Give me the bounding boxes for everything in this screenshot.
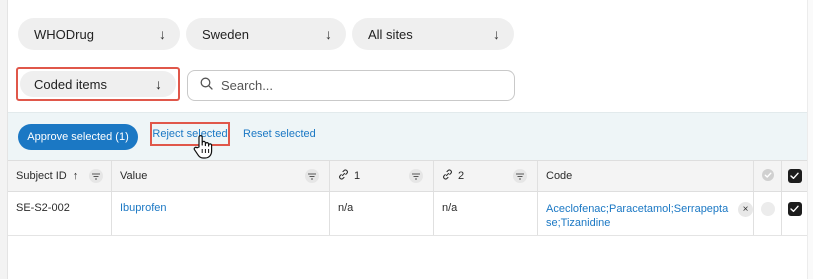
- link-2-label: 2: [458, 170, 465, 182]
- status-select-highlight: Coded items ↓: [16, 67, 180, 101]
- country-select[interactable]: Sweden ↓: [186, 18, 346, 50]
- column-header-subject-id[interactable]: Subject ID ↑: [8, 161, 112, 191]
- row-checkbox[interactable]: [787, 202, 802, 216]
- chevron-down-icon: ↓: [159, 26, 166, 42]
- value-cell: Ibuprofen: [112, 192, 330, 235]
- sort-up-icon[interactable]: ↑: [73, 170, 79, 182]
- search-icon: [200, 77, 213, 95]
- code-label: Code: [546, 170, 573, 182]
- filter-icon[interactable]: [305, 169, 319, 183]
- chevron-down-icon: ↓: [493, 26, 500, 42]
- status-indicator: [760, 202, 775, 216]
- column-header-link-2[interactable]: 2: [434, 161, 538, 191]
- left-panel-edge: [0, 0, 8, 279]
- remove-code-button[interactable]: ×: [738, 202, 753, 217]
- link-icon: [338, 169, 349, 183]
- filter-icon[interactable]: [513, 169, 527, 183]
- value-label: Value: [120, 170, 148, 182]
- column-header-value[interactable]: Value: [112, 161, 330, 191]
- approve-selected-button[interactable]: Approve selected (1): [18, 124, 138, 150]
- subject-id-cell: SE-S2-002: [8, 192, 112, 235]
- link-icon: [442, 169, 453, 183]
- column-header-status: [754, 161, 782, 191]
- select-cell: [782, 192, 807, 235]
- link-1-cell: n/a: [330, 192, 434, 235]
- dictionary-select-label: WHODrug: [34, 26, 94, 42]
- column-header-code[interactable]: Code: [538, 161, 754, 191]
- status-select[interactable]: Coded items ↓: [20, 71, 176, 97]
- column-header-link-1[interactable]: 1: [330, 161, 434, 191]
- select-all-checkbox[interactable]: [787, 169, 802, 183]
- site-select-label: All sites: [368, 26, 413, 42]
- value-link[interactable]: Ibuprofen: [120, 202, 166, 214]
- reset-selected-button[interactable]: Reset selected: [243, 128, 316, 140]
- code-line-1: Aceclofenac;Paracetamol;Serrapepta: [546, 203, 729, 215]
- code-link[interactable]: Aceclofenac;Paracetamol;Serrapepta se;Ti…: [546, 202, 729, 230]
- search-input[interactable]: [221, 78, 501, 93]
- filter-icon[interactable]: [409, 169, 423, 183]
- code-line-2: se;Tizanidine: [546, 217, 611, 229]
- status-select-label: Coded items: [34, 76, 107, 92]
- chevron-down-icon: ↓: [325, 26, 332, 42]
- site-select[interactable]: All sites ↓: [352, 18, 514, 50]
- filter-icon[interactable]: [89, 169, 103, 183]
- link-2-cell: n/a: [434, 192, 538, 235]
- country-select-label: Sweden: [202, 26, 249, 42]
- search-box[interactable]: [187, 70, 515, 101]
- approved-badge-icon: [761, 168, 775, 185]
- reject-selected-button[interactable]: Reject selected: [152, 128, 227, 140]
- status-cell: [754, 192, 782, 235]
- right-scroll-edge: [807, 0, 813, 279]
- reject-selected-highlight: Reject selected: [150, 122, 230, 146]
- subject-id-label: Subject ID: [16, 170, 67, 182]
- chevron-down-icon: ↓: [155, 76, 162, 92]
- code-cell: Aceclofenac;Paracetamol;Serrapepta se;Ti…: [538, 192, 754, 235]
- table-row[interactable]: SE-S2-002 Ibuprofen n/a n/a Aceclofenac;…: [8, 192, 807, 236]
- link-1-label: 1: [354, 170, 361, 182]
- column-header-select-all[interactable]: [782, 161, 807, 191]
- page: WHODrug ↓ Sweden ↓ All sites ↓ Coded ite…: [0, 0, 813, 279]
- table-header: Subject ID ↑ Value 1 2 Code: [8, 160, 807, 192]
- dictionary-select[interactable]: WHODrug ↓: [18, 18, 180, 50]
